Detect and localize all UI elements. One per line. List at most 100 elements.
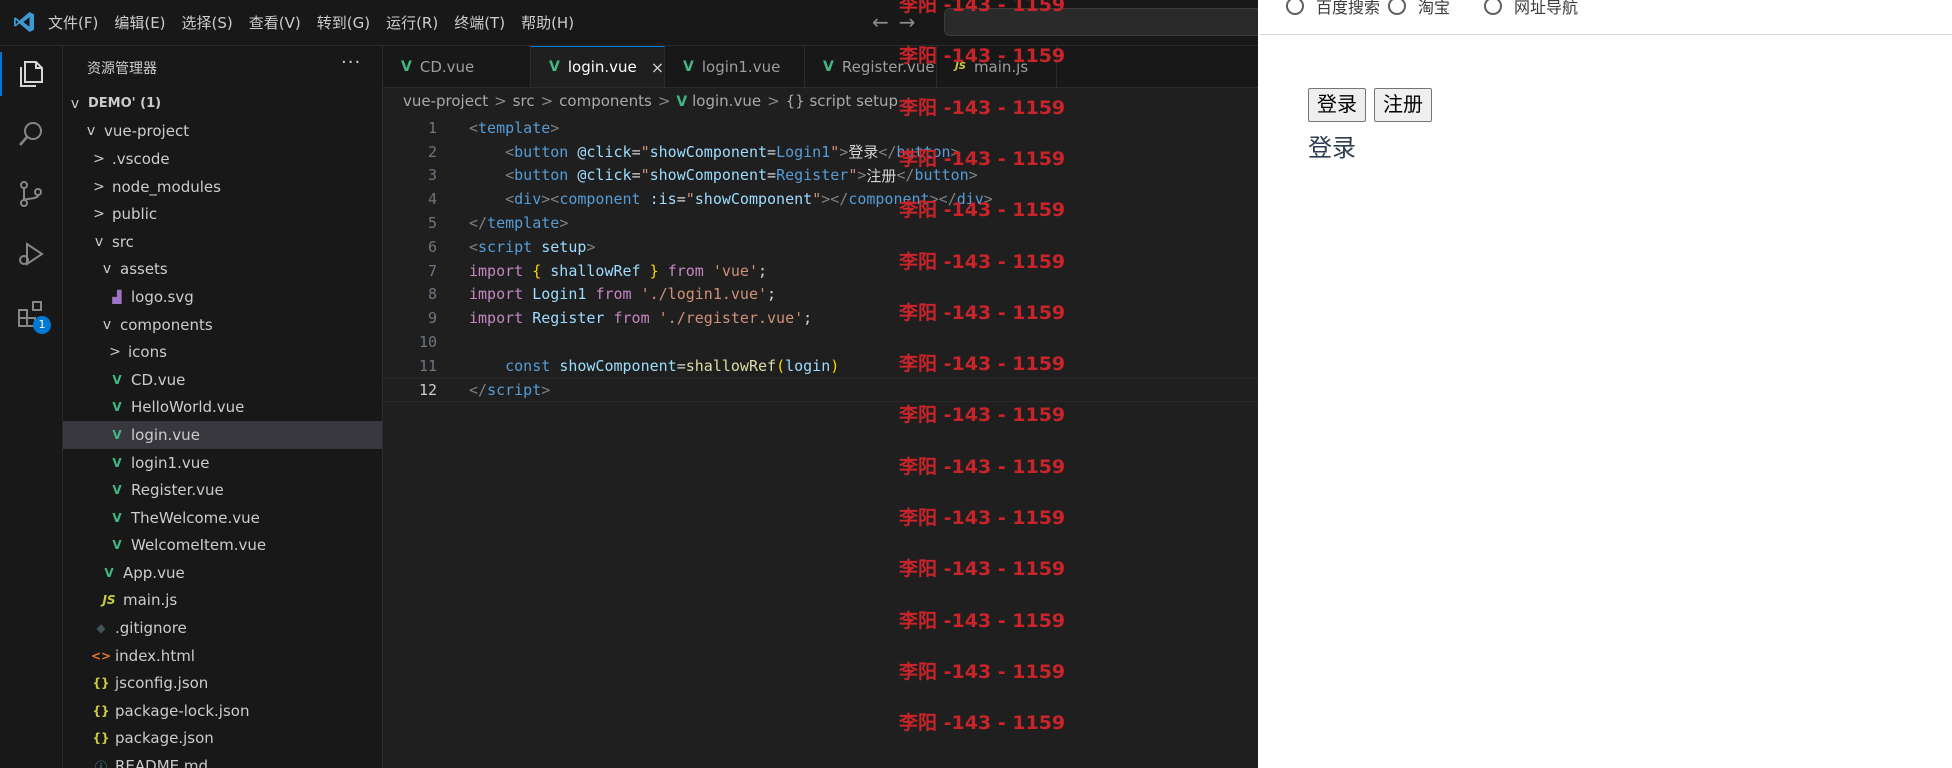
tree-item[interactable]: v components — [63, 311, 382, 339]
tree-item[interactable]: Vlogin.vue — [63, 421, 382, 449]
code-token: </ — [469, 380, 488, 399]
bookmark-item[interactable]: 百度搜索 — [1286, 0, 1380, 18]
tab-main-js[interactable]: JS main.js — [937, 46, 1057, 87]
tree-item[interactable]: ⓘ README.md — [63, 752, 382, 768]
tree-item[interactable]: {} package-lock.json — [63, 697, 382, 725]
code-token: 登录 — [848, 143, 879, 162]
breadcrumb-item[interactable]: vue-project — [403, 92, 488, 110]
html-file-icon: <> — [91, 648, 112, 663]
tree-item[interactable]: v vue-project — [63, 118, 382, 146]
tree-item[interactable]: v DEMO' (1) — [63, 90, 382, 118]
bookmark-item[interactable]: 网址导航 — [1484, 0, 1578, 18]
code-token: > — [968, 166, 978, 185]
vue-file-icon: V — [683, 58, 694, 75]
menu-item-4[interactable]: 转到(G) — [317, 12, 370, 33]
tree-item[interactable]: V CD.vue — [63, 366, 382, 394]
code-token: shallowRef — [550, 261, 641, 280]
tab-register-vue[interactable]: V Register.vue — [805, 46, 937, 87]
tree-item-label: vue-project — [104, 122, 190, 141]
vue-file-icon: V — [112, 510, 122, 525]
code-editor[interactable]: 1 < template >2 < button @click = " showCompone… — [383, 116, 1258, 402]
code-token: 'vue' — [712, 261, 758, 280]
code-token: </ — [896, 166, 915, 185]
tree-item[interactable]: ▟ logo.svg — [63, 283, 382, 311]
tree-item-label: main.js — [123, 591, 178, 610]
tree-item-label: public — [112, 205, 158, 224]
more-actions-icon[interactable]: ··· — [341, 52, 361, 73]
code-token: " — [640, 142, 650, 161]
search-icon[interactable] — [15, 118, 47, 150]
line-number: 11 — [418, 356, 437, 375]
tree-item-label: assets — [120, 260, 168, 279]
breadcrumb-item[interactable]: components — [559, 92, 652, 110]
vue-file-icon: V — [104, 565, 114, 580]
back-arrow-icon[interactable]: ← — [872, 10, 899, 34]
json-file-icon: {} — [92, 731, 110, 746]
tree-item[interactable]: V TheWelcome.vue — [63, 504, 382, 532]
tree-item-label: src — [112, 232, 134, 251]
nav-arrows: ←→ — [872, 10, 926, 34]
menu-item-5[interactable]: 运行(R) — [386, 12, 438, 33]
tree-item[interactable]: V WelcomeItem.vue — [63, 532, 382, 560]
breadcrumb-item[interactable]: src — [513, 92, 535, 110]
code-token: './register.vue' — [658, 309, 804, 328]
tree-item[interactable]: Vlogin1.vue — [63, 449, 382, 477]
editor-area: V CD.vue Vlogin.vue × Vlogin1.vue V Register.v… — [383, 46, 1258, 768]
tree-item[interactable]: V HelloWorld.vue — [63, 394, 382, 422]
vue-file-icon: V — [676, 94, 693, 110]
tree-item-label: HelloWorld.vue — [131, 398, 245, 417]
tree-item[interactable]: > icons — [63, 338, 382, 366]
code-token: > — [839, 142, 849, 161]
tree-item[interactable]: > .vscode — [63, 145, 382, 173]
vue-file-icon: V — [112, 538, 122, 553]
tree-item-label: package.json — [115, 729, 214, 748]
tree-item[interactable]: <> index.html — [63, 642, 382, 670]
tree-item[interactable]: v assets — [63, 256, 382, 284]
tree-item[interactable]: V Register.vue — [63, 476, 382, 504]
source-control-icon[interactable] — [15, 178, 47, 210]
register-button[interactable]: 注册 — [1374, 88, 1432, 122]
tab-login-vue[interactable]: Vlogin.vue × — [531, 46, 665, 87]
close-icon[interactable]: × — [651, 58, 664, 77]
command-center[interactable] — [944, 8, 1258, 36]
code-token: :is — [649, 190, 677, 209]
file-tree: v DEMO' (1) v vue-project > .vscode > node_modu… — [63, 90, 382, 768]
menu-item-2[interactable]: 选择(S) — [182, 12, 233, 33]
code-token: Register — [776, 166, 849, 185]
tree-item-label: README.md — [115, 757, 209, 768]
vue-file-icon: V — [112, 400, 122, 415]
tree-item[interactable]: ◆ .gitignore — [63, 614, 382, 642]
tab-login1-vue[interactable]: Vlogin1.vue — [665, 46, 805, 87]
js-file-icon: JS — [102, 593, 116, 608]
forward-arrow-icon[interactable]: → — [899, 10, 926, 34]
menu-item-1[interactable]: 编辑(E) — [114, 12, 165, 33]
menu-item-6[interactable]: 终端(T) — [454, 12, 505, 33]
breadcrumb-item[interactable]: {} script setup — [786, 92, 898, 110]
code-token: >< — [541, 190, 560, 209]
menu-item-0[interactable]: 文件(F) — [48, 12, 98, 33]
tab-cd-vue[interactable]: V CD.vue — [383, 46, 531, 87]
breadcrumb-item[interactable]: login.vue — [692, 92, 761, 110]
bookmark-item[interactable]: 淘宝 — [1388, 0, 1450, 18]
extensions-icon[interactable]: 1 — [15, 298, 51, 334]
login-button[interactable]: 登录 — [1308, 88, 1366, 122]
explorer-icon[interactable] — [0, 52, 47, 96]
js-file-icon: JS — [955, 61, 966, 72]
menu-item-7[interactable]: 帮助(H) — [521, 12, 574, 33]
tree-item[interactable]: JS main.js — [63, 587, 382, 615]
tree-item[interactable]: v src — [63, 228, 382, 256]
tree-item[interactable]: V App.vue — [63, 559, 382, 587]
tree-item[interactable]: {} package.json — [63, 725, 382, 753]
tree-item[interactable]: {} jsconfig.json — [63, 669, 382, 697]
code-token: Register — [532, 309, 605, 328]
tree-item[interactable]: > public — [63, 200, 382, 228]
code-token: component — [848, 190, 930, 209]
chevron-right-icon: > — [109, 344, 121, 361]
chevron-down-icon: v — [94, 233, 104, 250]
tree-item[interactable]: > node_modules — [63, 173, 382, 201]
code-token: " — [812, 190, 822, 209]
menu-item-3[interactable]: 查看(V) — [249, 12, 301, 33]
run-debug-icon[interactable] — [15, 238, 47, 270]
